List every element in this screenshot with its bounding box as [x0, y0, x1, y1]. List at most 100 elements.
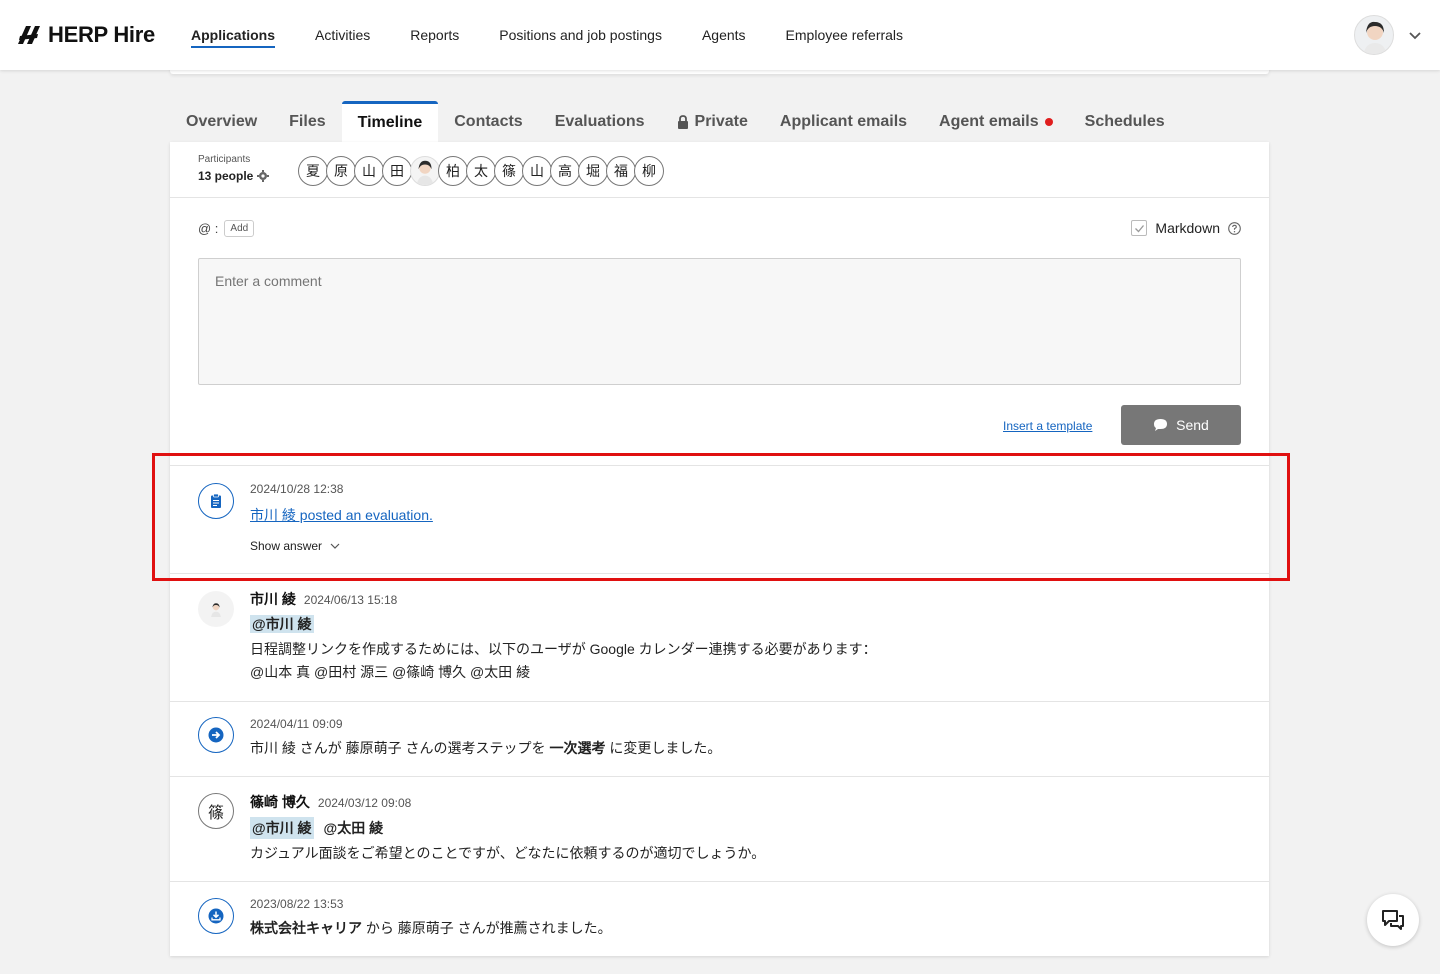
comment-author[interactable]: 市川 綾	[250, 589, 296, 609]
tab-label: Evaluations	[554, 112, 645, 130]
entry-timestamp: 2024/10/28 12:38	[250, 482, 344, 496]
markdown-toggle[interactable]: Markdown	[1131, 220, 1241, 236]
tab-agent-emails[interactable]: Agent emails	[923, 101, 1069, 142]
participant-avatar[interactable]: 堀	[578, 156, 608, 186]
participant-avatar[interactable]: 田	[382, 156, 412, 186]
person-photo-icon	[211, 603, 221, 617]
user-menu[interactable]	[1354, 15, 1422, 55]
tab-overview[interactable]: Overview	[170, 101, 273, 142]
markdown-checkbox[interactable]	[1131, 220, 1148, 236]
inbox-download-icon	[198, 898, 234, 934]
speech-bubble-icon	[1154, 419, 1168, 431]
tab-label: Overview	[186, 112, 258, 130]
tab-label: Contacts	[454, 112, 523, 130]
timeline-entry-comment: 市川 綾 2024/06/13 15:18 @市川 綾 日程調整リンクを作成する…	[170, 574, 1269, 701]
nav-employee-referrals[interactable]: Employee referrals	[786, 0, 904, 70]
participant-avatar[interactable]: 山	[354, 156, 384, 186]
chat-bubbles-icon	[1382, 910, 1404, 930]
gear-icon[interactable]	[257, 170, 270, 182]
step-text: 市川 綾 さんが 藤原萌子 さんの選考ステップを	[250, 740, 550, 756]
mention-chip[interactable]: @市川 綾	[250, 615, 314, 633]
markdown-label: Markdown	[1155, 220, 1220, 236]
participants-summary: Participants 13 people	[198, 154, 270, 183]
step-name: 一次選考	[549, 740, 606, 756]
nav-applications[interactable]: Applications	[191, 0, 276, 70]
chevron-down-icon	[330, 543, 340, 549]
tab-contacts[interactable]: Contacts	[438, 101, 538, 142]
user-avatar[interactable]	[1354, 15, 1394, 55]
comment-line: @山本 真 @田村 源三 @篠崎 博久 @太田 綾	[250, 664, 531, 680]
entry-timestamp: 2024/06/13 15:18	[303, 593, 398, 607]
show-answer-label: Show answer	[250, 539, 323, 553]
participant-avatar[interactable]: 柳	[634, 156, 664, 186]
comment-body: カジュアル面談をご希望とのことですが、どなたに依頼するのが適切でしょうか。	[250, 845, 766, 861]
nav-reports[interactable]: Reports	[410, 0, 459, 70]
entry-timestamp: 2024/04/11 09:09	[250, 717, 343, 731]
tab-private[interactable]: Private	[661, 101, 764, 142]
participants-label: Participants	[198, 154, 251, 165]
person-photo-icon	[1363, 21, 1387, 54]
participant-avatar[interactable]: 高	[550, 156, 580, 186]
referral-text: 株式会社キャリア から 藤原萌子 さんが推薦されました。	[250, 917, 612, 940]
nav-activities[interactable]: Activities	[315, 0, 370, 70]
participant-avatar[interactable]: 柏	[438, 156, 468, 186]
top-navigation-bar: HERP Hire Applications Activities Report…	[0, 0, 1440, 70]
tab-timeline[interactable]: Timeline	[341, 101, 439, 142]
participant-avatar[interactable]: 福	[606, 156, 636, 186]
mention-row: @ : Add	[198, 220, 255, 237]
author-avatar[interactable]	[198, 591, 234, 627]
nav-positions[interactable]: Positions and job postings	[499, 0, 662, 70]
send-button[interactable]: Send	[1121, 405, 1241, 445]
tab-evaluations[interactable]: Evaluations	[539, 101, 661, 142]
comment-author[interactable]: 篠崎 博久	[250, 792, 310, 812]
nav-agents[interactable]: Agents	[702, 0, 746, 70]
tab-applicant-emails[interactable]: Applicant emails	[764, 101, 923, 142]
participant-avatar[interactable]: 篠	[494, 156, 524, 186]
referral-text-rest: から 藤原萌子 さんが推薦されました。	[362, 920, 612, 936]
participant-avatars: 夏 原 山 田 柏 太 篠 山 高 堀 福 柳	[298, 156, 664, 186]
participant-avatar[interactable]: 太	[466, 156, 496, 186]
comment-header: 市川 綾 2024/06/13 15:18	[250, 589, 397, 609]
comment-mentions: @市川 綾	[250, 614, 314, 634]
app-logo[interactable]: HERP Hire	[16, 22, 155, 48]
mention-prefix: @ :	[198, 221, 219, 236]
mention-chip[interactable]: @太田 綾	[322, 817, 386, 839]
herp-logo-icon	[18, 26, 40, 44]
participants-count[interactable]: 13 people	[198, 169, 270, 183]
add-mention-button[interactable]: Add	[224, 220, 255, 237]
tab-files[interactable]: Files	[273, 101, 341, 142]
insert-template-link[interactable]: Insert a template	[1003, 419, 1092, 433]
app-logo-text: HERP Hire	[48, 22, 155, 47]
tab-schedules[interactable]: Schedules	[1069, 101, 1181, 142]
tab-label: Files	[289, 112, 326, 130]
participant-avatar[interactable]: 山	[522, 156, 552, 186]
show-answer-toggle[interactable]: Show answer	[250, 539, 340, 553]
unread-dot-badge	[1044, 117, 1053, 126]
send-label: Send	[1176, 417, 1209, 433]
timeline-card: Participants 13 people 夏 原 山 田 柏 太 篠 山 高…	[170, 142, 1269, 956]
chevron-down-icon[interactable]	[1408, 28, 1422, 42]
comment-line: 日程調整リンクを作成するためには、以下のユーザが Google カレンダー連携す…	[250, 641, 877, 657]
evaluation-clipboard-icon	[198, 483, 234, 519]
participant-avatar[interactable]: 原	[326, 156, 356, 186]
evaluation-link[interactable]: 市川 綾 posted an evaluation.	[250, 505, 433, 525]
timeline-entry-referral: 2023/08/22 13:53 株式会社キャリア から 藤原萌子 さんが推薦さ…	[170, 882, 1269, 956]
author-avatar[interactable]: 篠	[198, 793, 234, 829]
chat-support-button[interactable]	[1367, 894, 1419, 946]
step-text: に変更しました。	[605, 740, 722, 756]
timeline-entry-evaluation: 2024/10/28 12:38 市川 綾 posted an evaluati…	[170, 466, 1269, 573]
step-change-text: 市川 綾 さんが 藤原萌子 さんの選考ステップを 一次選考 に変更しました。	[250, 737, 721, 760]
help-icon[interactable]	[1228, 221, 1241, 235]
comment-input[interactable]	[198, 258, 1241, 385]
participant-avatar[interactable]: 夏	[298, 156, 328, 186]
checkmark-icon	[1134, 224, 1144, 232]
participant-avatar-photo[interactable]	[410, 156, 440, 186]
agent-name: 株式会社キャリア	[250, 920, 362, 936]
main-nav: Applications Activities Reports Position…	[191, 0, 943, 70]
person-photo-icon	[416, 160, 434, 185]
divider	[170, 197, 1269, 198]
comment-header: 篠崎 博久 2024/03/12 09:08	[250, 792, 411, 812]
entry-timestamp: 2024/03/12 09:08	[317, 796, 412, 810]
entry-timestamp: 2023/08/22 13:53	[250, 897, 344, 911]
mention-chip[interactable]: @市川 綾	[250, 817, 314, 839]
